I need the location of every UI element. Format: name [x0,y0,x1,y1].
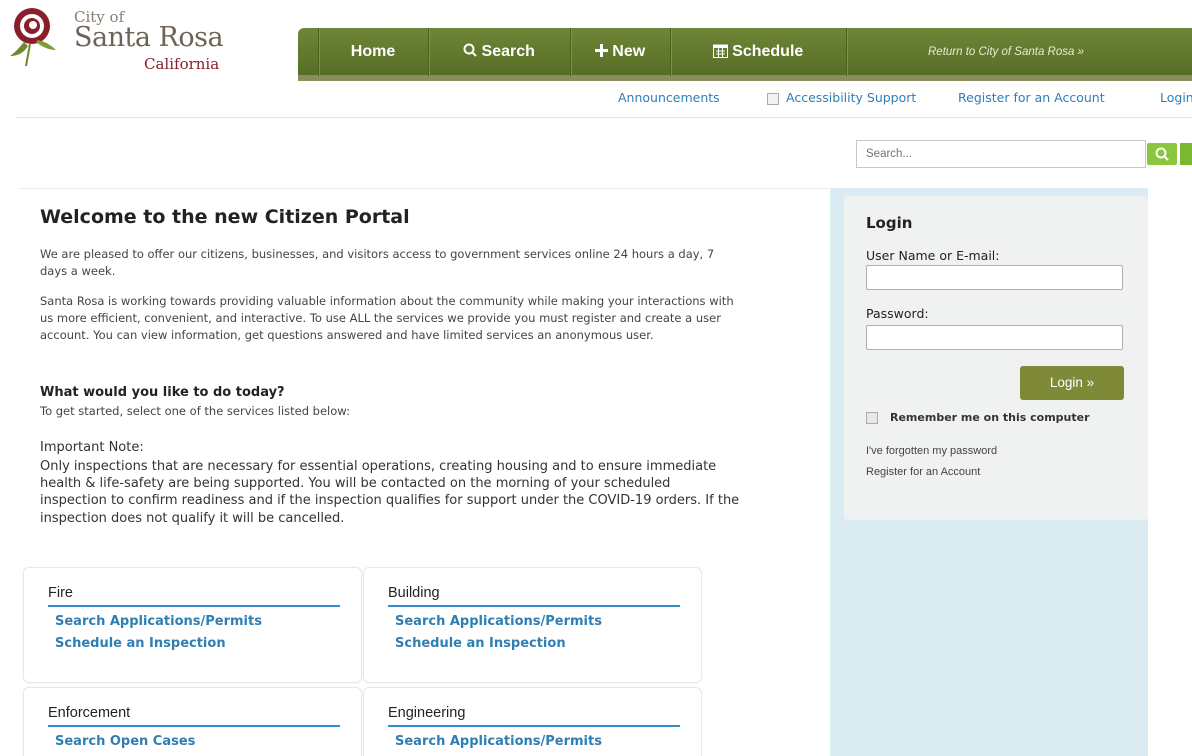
service-card-engineering: Engineering Search Applications/Permits [363,687,702,756]
password-label: Password: [866,306,929,321]
login-panel: Login User Name or E-mail: Password: Log… [844,196,1148,520]
card-title: Enforcement [48,705,131,721]
card-title: Building [388,585,440,601]
login-heading: Login [866,214,913,232]
main-content: Welcome to the new Citizen Portal We are… [20,188,830,756]
remember-me-label: Remember me on this computer [890,411,1090,424]
register-account-link[interactable]: Register for an Account [866,466,980,478]
logo-city-name: Santa Rosa [74,22,224,53]
accessibility-checkbox-icon [767,93,779,105]
nav-schedule[interactable]: Schedule [670,28,846,76]
username-input[interactable] [866,265,1123,290]
header-divider [16,117,1192,118]
main-navigation: Home Search New Schedule Return to City … [298,28,1192,81]
card-underline [388,605,680,607]
engineering-search-permits-link[interactable]: Search Applications/Permits [395,734,602,749]
return-to-city-link[interactable]: Return to City of Santa Rosa » [928,28,1084,76]
building-schedule-inspection-link[interactable]: Schedule an Inspection [395,636,566,651]
nav-home-label: Home [350,43,396,60]
username-label: User Name or E-mail: [866,248,1000,263]
page-title: Welcome to the new Citizen Portal [40,206,410,228]
nav-schedule-label: Schedule [732,43,804,60]
login-link[interactable]: Login [1160,90,1192,105]
fire-search-permits-link[interactable]: Search Applications/Permits [55,614,262,629]
remember-me-checkbox[interactable] [866,412,878,424]
site-search-button[interactable] [1147,143,1177,165]
nav-divider [846,28,847,76]
service-card-building: Building Search Applications/Permits Sch… [363,567,702,683]
calendar-icon [712,43,732,60]
service-card-enforcement: Enforcement Search Open Cases [23,687,362,756]
card-title: Fire [48,585,73,601]
service-card-fire: Fire Search Applications/Permits Schedul… [23,567,362,683]
plus-icon [594,43,612,60]
login-button[interactable]: Login » [1020,366,1124,400]
city-logo[interactable]: City of Santa Rosa California [6,4,236,73]
site-search-input[interactable] [857,141,1137,167]
card-title: Engineering [388,705,466,721]
announcements-link[interactable]: Announcements [618,90,720,105]
note-heading: Important Note: [40,440,144,455]
nav-new[interactable]: New [570,28,670,76]
info-paragraph: Santa Rosa is working towards providing … [40,294,734,342]
search-icon [1155,147,1169,161]
nav-search-label: Search [481,43,535,60]
accessibility-support-link[interactable]: Accessibility Support [786,90,916,105]
card-underline [48,725,340,727]
question-subtext: To get started, select one of the servic… [40,404,350,418]
card-underline [388,725,680,727]
enforcement-search-cases-link[interactable]: Search Open Cases [55,734,195,749]
fire-schedule-inspection-link[interactable]: Schedule an Inspection [55,636,226,651]
nav-new-label: New [612,43,646,60]
nav-search[interactable]: Search [428,28,570,76]
card-underline [48,605,340,607]
intro-paragraph: We are pleased to offer our citizens, bu… [40,247,715,278]
rose-icon [10,8,56,67]
site-search-box [856,140,1146,168]
search-icon [463,43,481,60]
logo-state: California [144,55,220,73]
building-search-permits-link[interactable]: Search Applications/Permits [395,614,602,629]
question-heading: What would you like to do today? [40,385,285,400]
forgot-password-link[interactable]: I've forgotten my password [866,445,997,457]
nav-home[interactable]: Home [318,28,428,76]
note-body: Only inspections that are necessary for … [40,459,740,526]
password-input[interactable] [866,325,1123,350]
register-account-link[interactable]: Register for an Account [958,90,1105,105]
search-options-button[interactable] [1180,143,1192,165]
